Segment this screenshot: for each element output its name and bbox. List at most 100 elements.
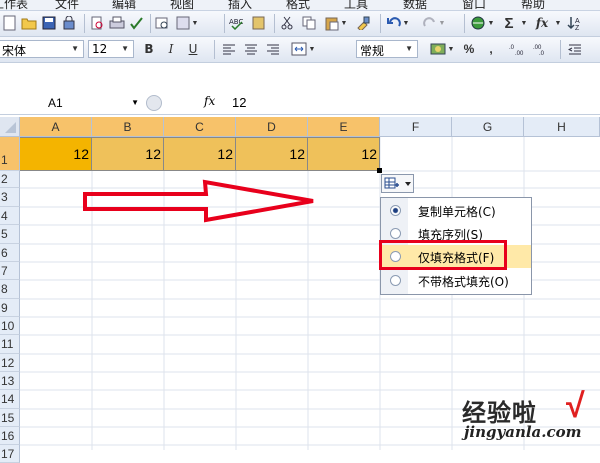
function-icon: fx: [535, 16, 549, 30]
hyperlink-icon[interactable]: ▼: [468, 14, 496, 32]
cell-d1[interactable]: 12: [236, 137, 308, 171]
percent-button[interactable]: %: [460, 40, 478, 58]
copy-icon[interactable]: [300, 14, 318, 32]
font-size-combo[interactable]: 12 ▼: [88, 40, 134, 58]
check-icon: √: [566, 387, 585, 425]
radio-icon: [390, 228, 401, 239]
row-header-14[interactable]: 14: [0, 390, 20, 409]
paste-icon[interactable]: ▼: [322, 14, 350, 32]
svg-text:.0: .0: [509, 45, 515, 51]
align-center-icon[interactable]: [242, 40, 260, 58]
format-painter-icon[interactable]: [354, 14, 372, 32]
cut-icon[interactable]: [278, 14, 296, 32]
merge-center-icon[interactable]: ▼: [286, 40, 320, 58]
comma-button[interactable]: ,: [482, 40, 500, 58]
row-header-6[interactable]: 6: [0, 244, 20, 262]
autofill-options-button[interactable]: [381, 174, 414, 193]
insert-function-icon[interactable]: fx: [204, 94, 215, 108]
row-header-12[interactable]: 12: [0, 354, 20, 372]
menu-item-file[interactable]: 文件: [55, 0, 79, 10]
redo-icon[interactable]: ▼: [420, 14, 448, 32]
row-header-8[interactable]: 8: [0, 280, 20, 299]
cell-b1[interactable]: 12: [92, 137, 164, 171]
autofill-option-fill-without-formatting[interactable]: 不带格式填充(O): [381, 269, 531, 292]
select-all-corner[interactable]: [0, 117, 20, 137]
row-header-4[interactable]: 4: [0, 207, 20, 225]
svg-text:Z: Z: [575, 25, 580, 31]
column-header-a[interactable]: A: [20, 117, 92, 137]
autosum-button[interactable]: Σ: [498, 14, 520, 32]
column-header-g[interactable]: G: [452, 117, 524, 137]
column-header-h[interactable]: H: [524, 117, 600, 137]
research-book-icon[interactable]: [250, 14, 268, 32]
column-header-e[interactable]: E: [308, 117, 380, 137]
row-header-10[interactable]: 10: [0, 317, 20, 335]
row-header-17[interactable]: 17: [0, 445, 20, 463]
save-icon[interactable]: [40, 14, 58, 32]
cell-e1[interactable]: 12: [308, 137, 380, 171]
currency-icon[interactable]: ▼: [428, 40, 456, 58]
formula-bar-splitter[interactable]: [146, 95, 162, 111]
svg-text:.0: .0: [539, 51, 545, 56]
menu-item-window[interactable]: 窗口: [462, 0, 486, 10]
svg-text:.00: .00: [515, 51, 524, 56]
row-header-16[interactable]: 16: [0, 427, 20, 445]
menu-item-help[interactable]: 帮助: [521, 0, 545, 10]
font-name-combo[interactable]: 宋体 ▼: [0, 40, 84, 58]
font-name-value: 宋体: [2, 44, 27, 58]
new-icon[interactable]: [2, 14, 18, 32]
insert-function-button[interactable]: fx: [530, 14, 554, 32]
formula-input[interactable]: 12: [232, 95, 246, 110]
row-header-7[interactable]: 7: [0, 262, 20, 280]
cell-c1[interactable]: 12: [164, 137, 236, 171]
name-box[interactable]: A1 ▼: [0, 93, 145, 113]
menu-item-tools[interactable]: 工具: [344, 0, 368, 10]
row-header-5[interactable]: 5: [0, 225, 20, 244]
permission-dropdown-icon[interactable]: ▼: [174, 14, 200, 32]
svg-text:A: A: [575, 18, 580, 25]
permission-icon[interactable]: [60, 14, 78, 32]
menu-item-worksheet[interactable]: 工作表: [0, 0, 28, 10]
print-icon[interactable]: [108, 14, 126, 32]
print-preview-icon[interactable]: [88, 14, 106, 32]
watermark-url: jingyanla.com: [464, 423, 582, 441]
menu-bar: 工作表 文件 编辑 视图 插入 格式 工具 数据 窗口 帮助: [0, 0, 600, 11]
chevron-down-icon: ▼: [131, 98, 139, 107]
menu-item-format[interactable]: 格式: [286, 0, 310, 10]
align-right-icon[interactable]: [264, 40, 282, 58]
row-header-15[interactable]: 15: [0, 409, 20, 427]
row-header-11[interactable]: 11: [0, 335, 20, 354]
row-header-1[interactable]: 1: [0, 137, 20, 171]
number-format-combo[interactable]: 常规 ▼: [356, 40, 418, 58]
row-header-9[interactable]: 9: [0, 299, 20, 317]
italic-button[interactable]: I: [162, 40, 180, 58]
decrease-decimal-icon[interactable]: .00.0: [532, 40, 552, 58]
autofill-option-copy-cells[interactable]: 复制单元格(C): [381, 199, 531, 222]
menu-item-view[interactable]: 视图: [170, 0, 194, 10]
open-icon[interactable]: [20, 14, 38, 32]
column-header-b[interactable]: B: [92, 117, 164, 137]
chevron-down-icon: ▼: [405, 44, 413, 53]
undo-icon[interactable]: ▼: [384, 14, 412, 32]
research-icon[interactable]: [154, 14, 170, 32]
column-header-f[interactable]: F: [380, 117, 452, 137]
decrease-indent-icon[interactable]: [566, 40, 584, 58]
column-header-c[interactable]: C: [164, 117, 236, 137]
spelling-abc-icon[interactable]: ABC: [228, 14, 246, 32]
fill-handle[interactable]: [377, 168, 382, 173]
menu-item-edit[interactable]: 编辑: [112, 0, 136, 10]
row-header-13[interactable]: 13: [0, 372, 20, 390]
cell-a1[interactable]: 12: [20, 137, 92, 171]
menu-item-insert[interactable]: 插入: [228, 0, 252, 10]
underline-button[interactable]: U: [184, 40, 202, 58]
sort-ascending-icon[interactable]: AZ: [566, 14, 584, 32]
bold-button[interactable]: B: [140, 40, 158, 58]
row-header-3[interactable]: 3: [0, 188, 20, 207]
sum-icon: Σ: [504, 14, 514, 32]
menu-item-data[interactable]: 数据: [403, 0, 427, 10]
column-header-d[interactable]: D: [236, 117, 308, 137]
align-left-icon[interactable]: [220, 40, 238, 58]
increase-decimal-icon[interactable]: .0.00: [508, 40, 528, 58]
row-header-2[interactable]: 2: [0, 171, 20, 188]
spell-check-icon[interactable]: [128, 14, 146, 32]
